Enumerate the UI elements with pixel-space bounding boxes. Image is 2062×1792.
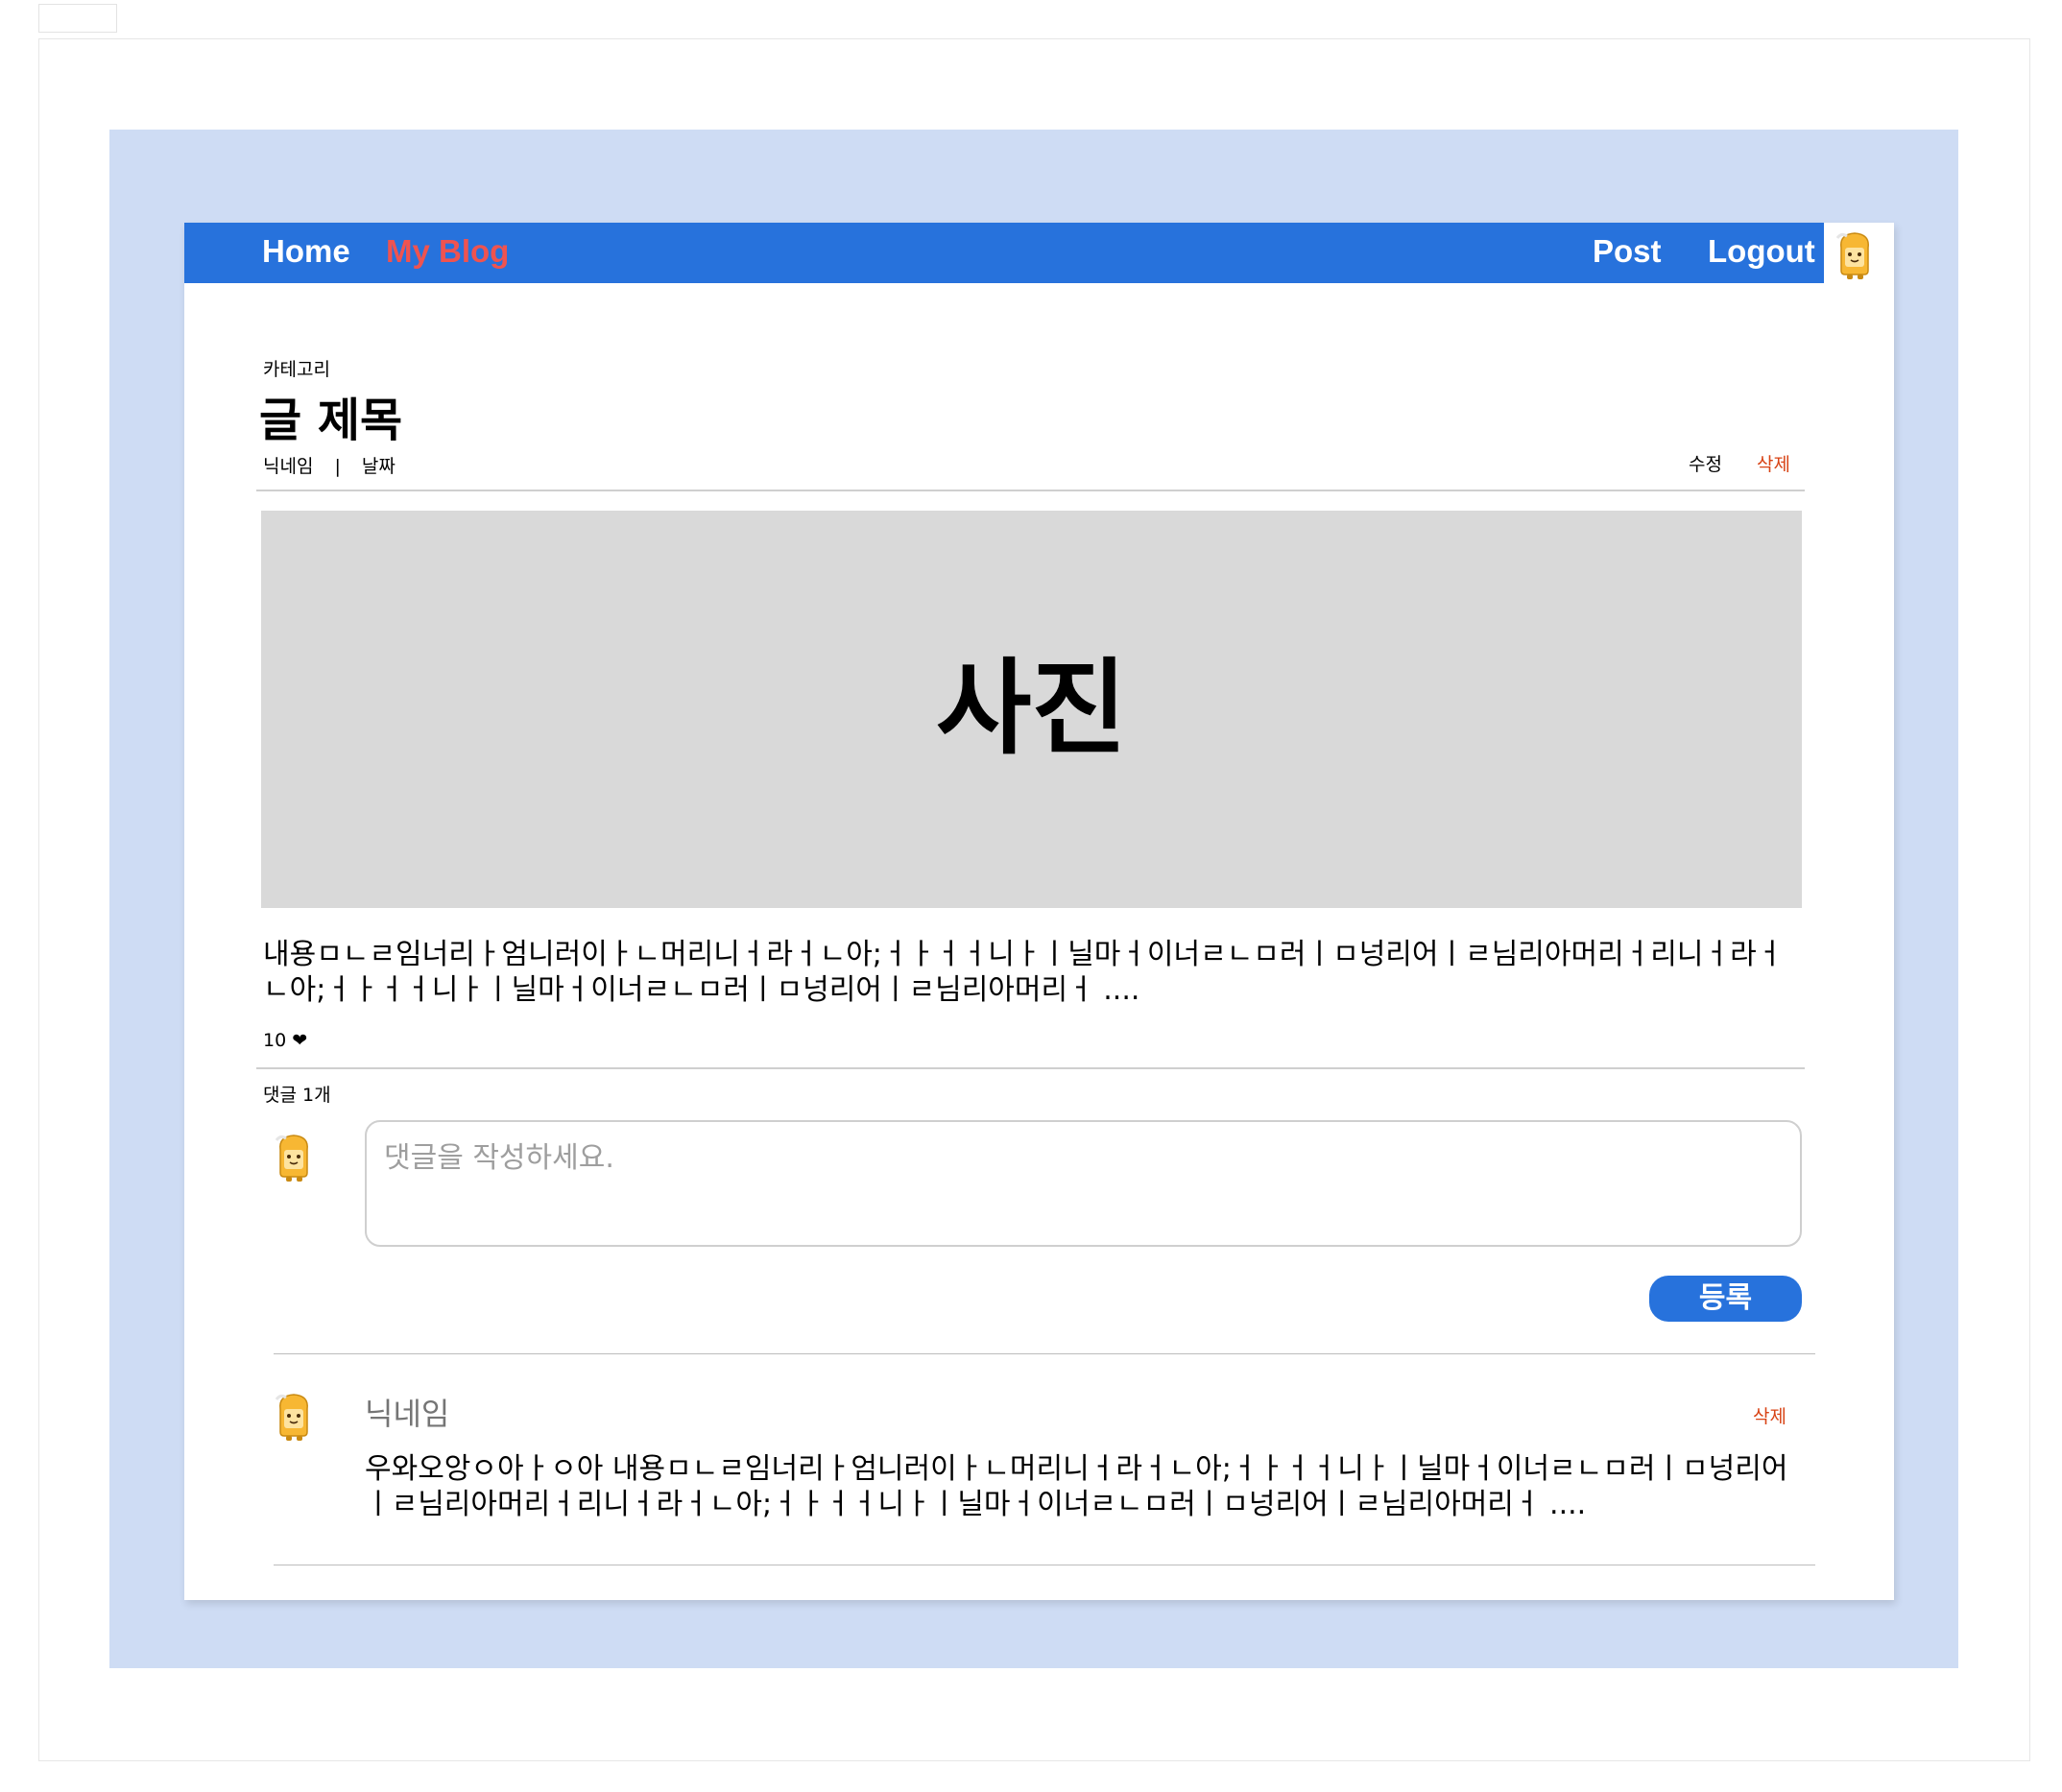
post-date: 날짜 xyxy=(361,456,396,477)
navbar: Home My Blog Post Logout xyxy=(184,223,1824,283)
comment-input[interactable] xyxy=(365,1120,1802,1247)
nav-logout-link[interactable]: Logout xyxy=(1708,232,1815,271)
like-count: 10 xyxy=(263,1030,287,1051)
post-meta: 닉네임 | 날짜 xyxy=(263,455,396,478)
post-title: 글 제목 xyxy=(259,394,403,447)
submit-comment-button[interactable]: 등록 xyxy=(1649,1276,1802,1322)
nav-home-link[interactable]: Home xyxy=(262,232,350,271)
delete-post-button[interactable]: 삭제 xyxy=(1757,453,1790,476)
post-content: 내용ㅁㄴㄹ임너리ㅏ엄니러이ㅏㄴ머리니ㅓ라ㅓㄴ아;ㅓㅏㅓㅓ니ㅏㅣ닐마ㅓ이너ㄹㄴㅁ러… xyxy=(263,938,1784,1007)
delete-comment-button[interactable]: 삭제 xyxy=(1753,1405,1786,1428)
meta-separator: | xyxy=(334,456,341,477)
edit-post-button[interactable]: 수정 xyxy=(1689,453,1722,476)
content-divider xyxy=(256,1067,1805,1069)
comment-author-nickname: 닉네임 xyxy=(365,1396,450,1432)
post-photo-placeholder: 사진 xyxy=(261,511,1802,908)
post-category: 카테고리 xyxy=(263,359,330,380)
photo-label: 사진 xyxy=(936,649,1127,769)
comment-list-top-divider xyxy=(274,1353,1815,1354)
post-author-nickname: 닉네임 xyxy=(263,456,314,477)
comment-text: 우와오앙ㅇ아ㅏㅇ아 내용ㅁㄴㄹ임너리ㅏ엄니러이ㅏㄴ머리니ㅓ라ㅓㄴ아;ㅓㅏㅓㅓ니ㅏ… xyxy=(365,1452,1788,1521)
post-card: Home My Blog Post Logout 카테고리 글 제목 닉네임 | 날… xyxy=(184,223,1894,1600)
frame-label-box xyxy=(38,4,117,33)
nav-my-blog-link[interactable]: My Blog xyxy=(386,232,509,271)
commenter-avatar-icon xyxy=(271,1131,317,1183)
comment-count: 댓글 1개 xyxy=(263,1085,331,1106)
nav-post-link[interactable]: Post xyxy=(1593,232,1662,271)
user-avatar-icon[interactable] xyxy=(1832,228,1878,280)
header-divider xyxy=(256,490,1805,491)
heart-icon[interactable]: ❤ xyxy=(292,1030,307,1051)
like-counter: 10 ❤ xyxy=(263,1029,307,1052)
comment-author-avatar-icon xyxy=(271,1390,317,1442)
